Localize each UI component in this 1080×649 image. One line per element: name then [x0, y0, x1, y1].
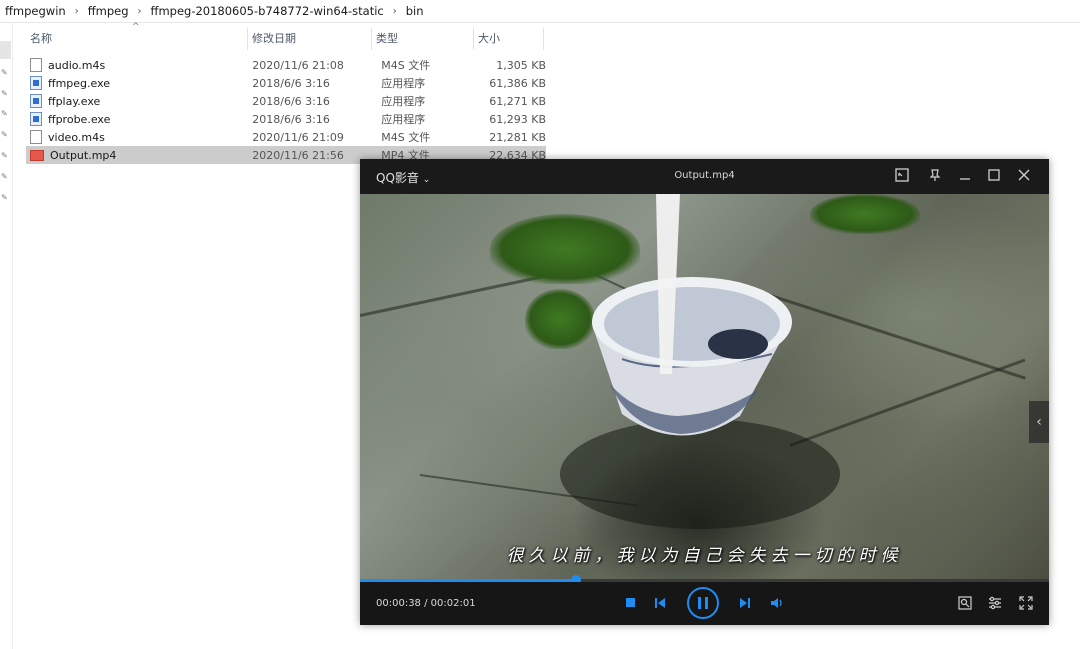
file-name: Output.mp4: [50, 148, 117, 162]
file-size: 61,386 KB: [489, 76, 546, 90]
file-date: 2018/6/6 3:16: [252, 76, 330, 90]
video-frame[interactable]: 很久以前，我以为自己会失去一切的时候 ‹: [360, 194, 1049, 579]
breadcrumb-item[interactable]: ffmpegwin: [0, 4, 71, 18]
exe-icon: [30, 112, 42, 126]
file-type: M4S 文件: [381, 59, 431, 72]
file-type: 应用程序: [381, 113, 426, 126]
file-type: 应用程序: [381, 77, 426, 90]
exe-icon: [30, 76, 42, 90]
pin-icon: ✎: [1, 109, 8, 118]
breadcrumb-item[interactable]: bin: [401, 4, 429, 18]
doc-icon: [30, 130, 42, 144]
column-headers: 名称 修改日期 类型 大小: [26, 28, 546, 50]
pin-icon: ✎: [1, 151, 8, 160]
chevron-right-icon[interactable]: ›: [389, 6, 401, 17]
breadcrumb-item[interactable]: ffmpeg-20180605-b748772-win64-static: [146, 4, 389, 18]
chevron-right-icon[interactable]: ›: [71, 6, 83, 17]
next-icon[interactable]: [738, 596, 752, 613]
file-type: 应用程序: [381, 95, 426, 108]
pause-button[interactable]: [686, 586, 720, 623]
breadcrumb: ffmpegwin › ffmpeg › ffmpeg-20180605-b74…: [0, 0, 1080, 23]
pin-icon: ✎: [1, 68, 8, 77]
fullscreen-icon[interactable]: [1018, 595, 1034, 614]
pin-icon: ✎: [1, 130, 8, 139]
pin-top-icon[interactable]: [927, 167, 945, 185]
file-name: video.m4s: [48, 130, 105, 144]
file-row[interactable]: video.m4s 2020/11/6 21:09 M4S 文件 21,281 …: [26, 128, 546, 146]
playback-time: 00:00:38 / 00:02:01: [376, 598, 476, 609]
exe-icon: [30, 94, 42, 108]
settings-sliders-icon[interactable]: [987, 595, 1003, 614]
doc-icon: [30, 58, 42, 72]
file-date: 2020/11/6 21:56: [252, 148, 344, 162]
file-date: 2020/11/6 21:08: [252, 58, 344, 72]
file-type: M4S 文件: [381, 131, 431, 144]
navigation-pane: ✎ ✎ ✎ ✎ ✎ ✎ ✎: [0, 23, 13, 649]
file-size: 61,271 KB: [489, 94, 546, 108]
file-list: audio.m4s 2020/11/6 21:08 M4S 文件 1,305 K…: [26, 56, 546, 164]
file-size: 61,293 KB: [489, 112, 546, 126]
file-name: audio.m4s: [48, 58, 106, 72]
previous-icon[interactable]: [653, 596, 667, 613]
file-date: 2018/6/6 3:16: [252, 94, 330, 108]
mini-mode-icon[interactable]: [894, 167, 912, 185]
window-title: Output.mp4: [674, 170, 735, 181]
player-controls: 00:00:38 / 00:02:01: [360, 582, 1049, 625]
file-name: ffplay.exe: [48, 94, 101, 108]
pin-icon: ✎: [1, 172, 8, 181]
breadcrumb-item[interactable]: ffmpeg: [83, 4, 134, 18]
pin-icon: ✎: [1, 89, 8, 98]
minimize-icon[interactable]: [957, 167, 975, 185]
maximize-icon[interactable]: [986, 167, 1004, 185]
player-titlebar[interactable]: QQ影音 ⌄ Output.mp4: [360, 159, 1049, 194]
column-header-name[interactable]: 名称: [26, 28, 248, 50]
pin-icon: ✎: [1, 193, 8, 202]
file-name: ffmpeg.exe: [48, 76, 111, 90]
column-header-type[interactable]: 类型: [372, 28, 474, 50]
subtitle-text: 很久以前，我以为自己会失去一切的时候: [506, 546, 903, 566]
file-row[interactable]: ffplay.exe 2018/6/6 3:16 应用程序 61,271 KB: [26, 92, 546, 110]
file-date: 2018/6/6 3:16: [252, 112, 330, 126]
chevron-right-icon[interactable]: ›: [134, 6, 146, 17]
teacup-illustration: [560, 194, 840, 529]
file-size: 21,281 KB: [489, 130, 546, 144]
chevron-left-icon[interactable]: ‹: [1029, 401, 1049, 443]
file-date: 2020/11/6 21:09: [252, 130, 344, 144]
stop-icon[interactable]: [625, 597, 637, 612]
nav-pane-selected-item[interactable]: [0, 41, 11, 59]
file-row[interactable]: ffprobe.exe 2018/6/6 3:16 应用程序 61,293 KB: [26, 110, 546, 128]
file-name: ffprobe.exe: [48, 112, 111, 126]
column-header-size[interactable]: 大小: [474, 28, 544, 50]
close-icon[interactable]: [1016, 167, 1034, 185]
qq-player-window: QQ影音 ⌄ Output.mp4 很久以前，我以为自己会失去一切的时候 ‹ 0…: [360, 159, 1049, 625]
volume-icon[interactable]: [770, 596, 786, 613]
column-header-date[interactable]: 修改日期: [248, 28, 372, 50]
screenshot-icon[interactable]: [957, 595, 973, 614]
file-size: 1,305 KB: [496, 58, 546, 72]
file-row[interactable]: ffmpeg.exe 2018/6/6 3:16 应用程序 61,386 KB: [26, 74, 546, 92]
mp4-icon: [30, 149, 44, 161]
file-row[interactable]: audio.m4s 2020/11/6 21:08 M4S 文件 1,305 K…: [26, 56, 546, 74]
